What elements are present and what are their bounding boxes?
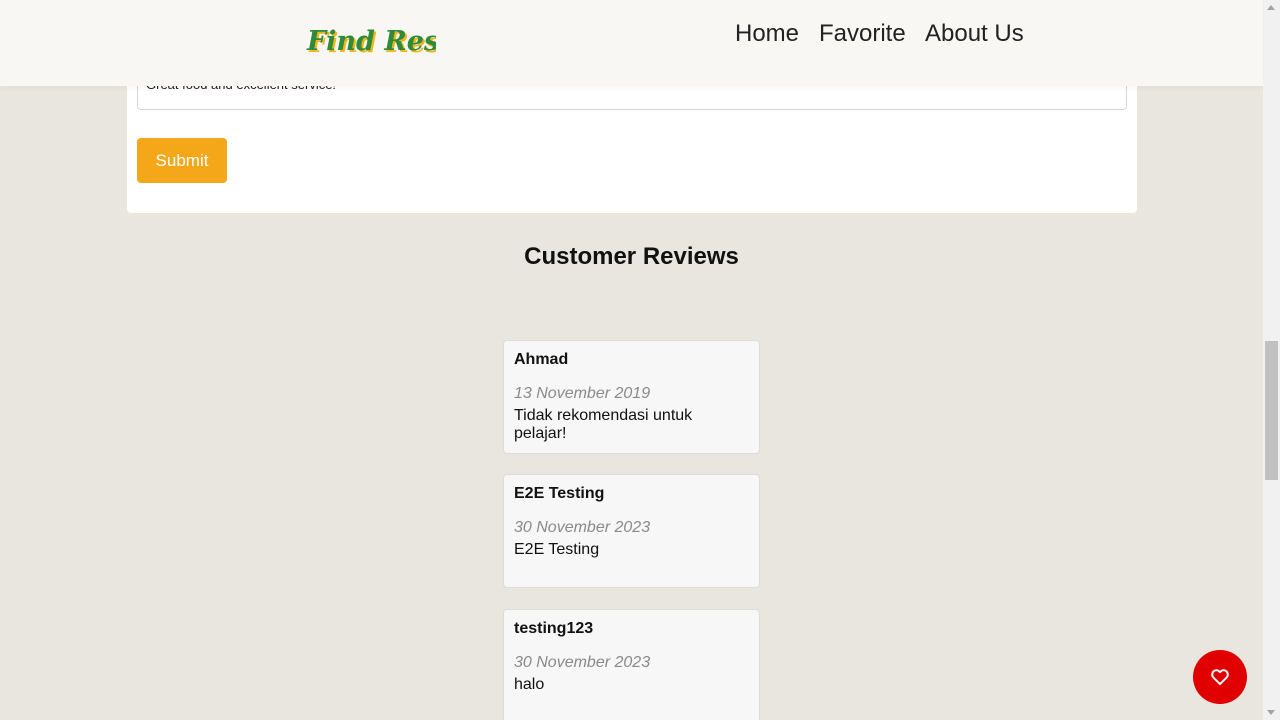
- submit-button[interactable]: Submit: [137, 138, 227, 183]
- scroll-up-icon[interactable]: [1267, 5, 1275, 10]
- reviewer-name: testing123: [514, 620, 594, 637]
- customer-reviews-title: Customer Reviews: [524, 243, 739, 270]
- reviewer-name: E2E Testing: [514, 485, 605, 502]
- review-card: Ahmad 13 November 2019 Tidak rekomendasi…: [503, 340, 760, 454]
- nav-favorite[interactable]: Favorite: [819, 20, 906, 48]
- review-date: 30 November 2023: [514, 654, 651, 671]
- review-text: E2E Testing: [514, 541, 600, 558]
- review-card: E2E Testing 30 November 2023 E2E Testing: [503, 474, 760, 588]
- review-date: 30 November 2023: [514, 519, 651, 536]
- nav-about-us[interactable]: About Us: [925, 20, 1024, 48]
- review-card: testing123 30 November 2023 halo: [503, 609, 760, 720]
- review-text: halo: [514, 676, 545, 693]
- scroll-thumb[interactable]: [1265, 341, 1278, 480]
- heart-icon: [1211, 669, 1229, 686]
- page-scrollbar[interactable]: [1263, 0, 1280, 720]
- find-resto-logo[interactable]: Find Resto Find Resto: [306, 16, 472, 71]
- review-date: 13 November 2019: [514, 385, 651, 402]
- site-header: Find Resto Find Resto Home Favorite Abou…: [0, 0, 1263, 86]
- scroll-down-icon[interactable]: [1267, 710, 1275, 715]
- favorite-fab-button[interactable]: [1193, 650, 1247, 704]
- nav-home[interactable]: Home: [735, 20, 799, 48]
- svg-text:Find Resto: Find Resto: [306, 26, 436, 57]
- reviewer-name: Ahmad: [514, 351, 569, 368]
- logo-graphic: Find Resto Find Resto: [306, 26, 472, 59]
- review-text: Tidak rekomendasi untuk pelajar!: [514, 407, 693, 442]
